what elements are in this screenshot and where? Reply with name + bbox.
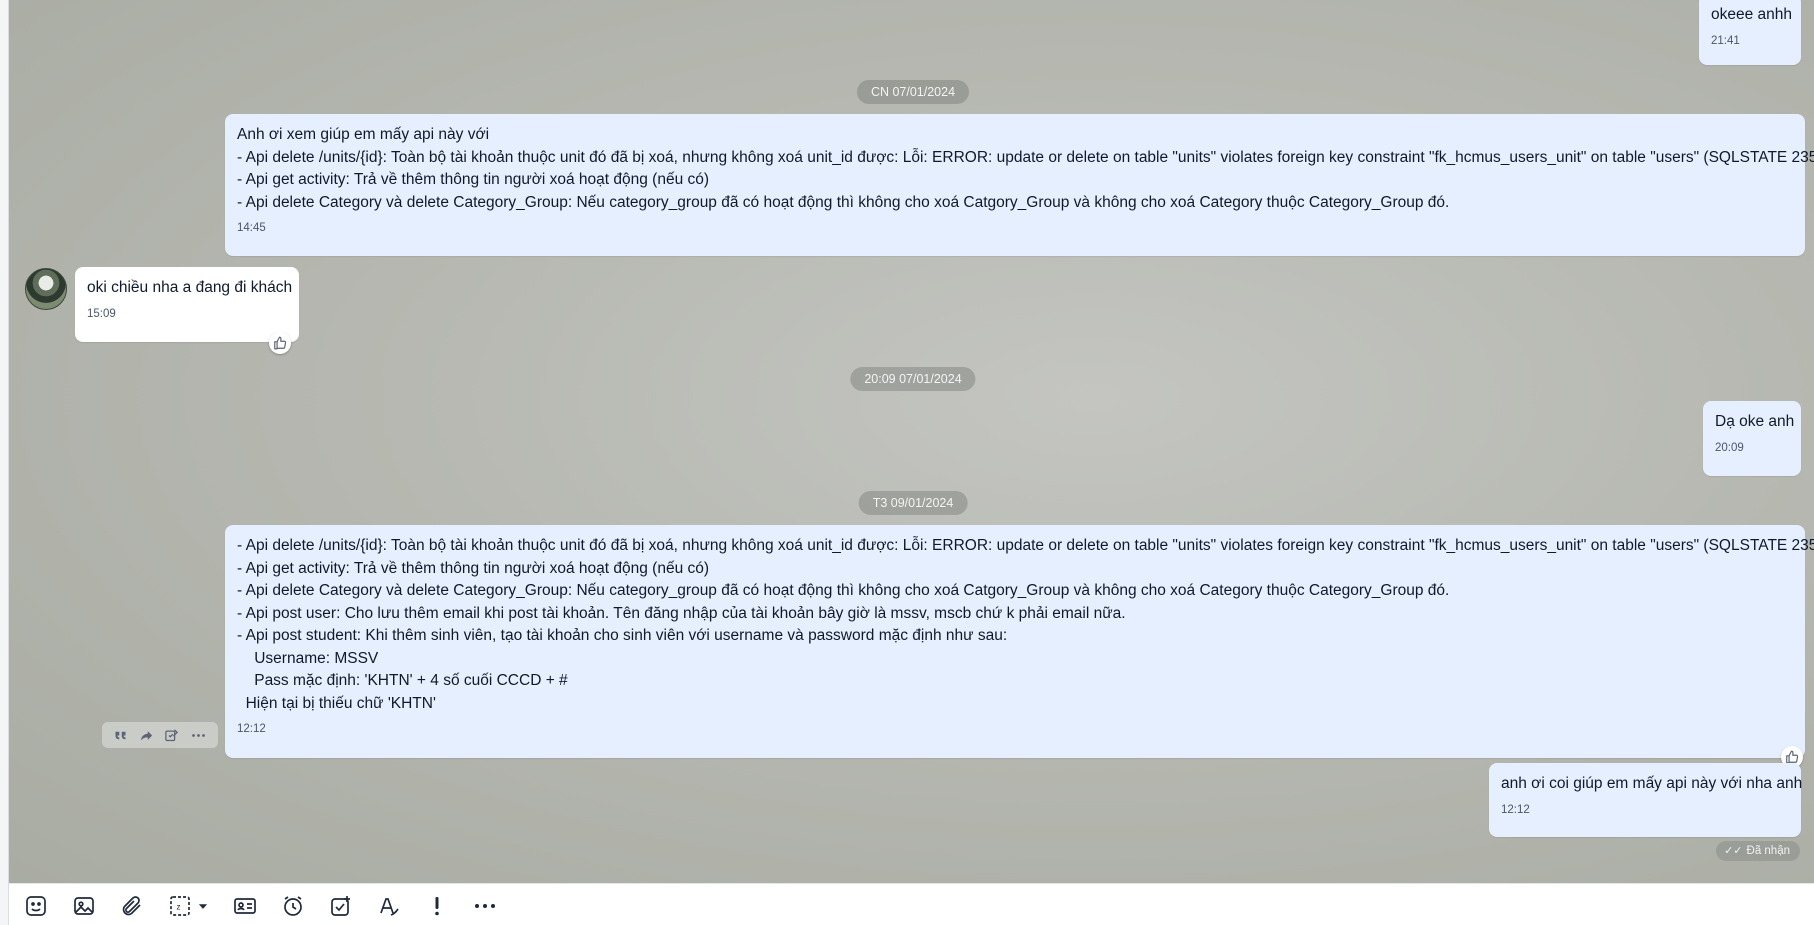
message-text: - Api delete /units/{id}: Toàn bộ tài kh…: [237, 148, 1814, 166]
message-bubble-mine[interactable]: - Api delete /units/{id}: Toàn bộ tài kh…: [225, 525, 1814, 758]
message-bubble-mine[interactable]: okeee anhh 21:41: [1699, 0, 1801, 65]
text-format-icon: [380, 898, 399, 916]
message-time: 12:12: [237, 723, 266, 735]
sticker-button[interactable]: [21, 891, 51, 921]
message-text: Anh ơi xem giúp em mấy api này với: [237, 126, 490, 143]
message-text: - Api get activity: Trả về thêm thông ti…: [237, 171, 710, 188]
message-time: 14:45: [237, 222, 266, 234]
double-check-icon: ✓✓: [1724, 845, 1743, 857]
message-text: anh ơi coi giúp em mấy api này với nha a…: [1501, 775, 1803, 792]
message-text: - Api delete Category và delete Category…: [237, 582, 1450, 599]
message-bubble-mine[interactable]: anh ơi coi giúp em mấy api này với nha a…: [1489, 763, 1803, 837]
urgent-button[interactable]: [422, 891, 452, 921]
image-button[interactable]: [69, 891, 99, 921]
date-separator: 20:09 07/01/2024: [850, 367, 976, 391]
delivery-status: ✓✓ Đã nhận: [1716, 841, 1800, 861]
composer-toolbar: z: [9, 883, 1814, 925]
sidebar-edge: [0, 0, 9, 925]
quote-icon[interactable]: [113, 728, 128, 743]
message-text: Username: MSSV: [237, 649, 379, 667]
attachment-button[interactable]: [117, 891, 147, 921]
contact-card-button[interactable]: [230, 891, 260, 921]
message-time: 20:09: [1715, 441, 1744, 454]
attachment-icon: [122, 896, 141, 916]
delivery-status-label: Đã nhận: [1746, 845, 1790, 857]
message-time: 15:09: [87, 307, 116, 320]
screenshot-options-dropdown[interactable]: [195, 891, 211, 921]
message-hover-toolbar: [102, 722, 218, 748]
message-bubble-mine[interactable]: Anh ơi xem giúp em mấy api này với - Api…: [225, 114, 1814, 256]
message-time: 12:12: [1501, 803, 1530, 816]
reminder-button[interactable]: [278, 891, 308, 921]
avatar[interactable]: [25, 268, 67, 310]
more-options-icon: [475, 904, 495, 908]
dropdown-arrow-icon: [198, 904, 208, 909]
task-button[interactable]: [326, 891, 356, 921]
like-reaction-button[interactable]: [269, 332, 291, 354]
screenshot-button[interactable]: z: [165, 891, 195, 921]
message-text: - Api post student: Khi thêm sinh viên, …: [237, 627, 1008, 644]
contact-card-icon: [234, 898, 256, 914]
message-text: Hiện tại bị thiếu chữ 'KHTN': [237, 694, 436, 712]
message-text: - Api post user: Cho lưu thêm email khi …: [237, 604, 1126, 622]
sticker-icon: [26, 896, 46, 916]
date-separator: CN 07/01/2024: [856, 80, 970, 104]
message-text: - Api get activity: Trả về thêm thông ti…: [237, 559, 710, 577]
reminder-clock-icon: [284, 896, 302, 916]
text-format-button[interactable]: [374, 891, 404, 921]
task-check-icon: [331, 896, 350, 916]
message-text: okeee anhh: [1711, 6, 1793, 23]
date-separator: T3 09/01/2024: [858, 491, 968, 515]
message-bubble-mine[interactable]: Dạ oke anh 20:09: [1703, 401, 1801, 476]
more-icon[interactable]: [190, 728, 207, 743]
message-text: Pass mặc định: 'KHTN' + 4 số cuối CCCD +…: [237, 672, 568, 689]
urgent-exclamation-icon: [435, 897, 439, 916]
message-text: oki chiều nha a đang đi khách: [87, 279, 293, 296]
svg-text:z: z: [177, 903, 181, 912]
thumbs-up-icon: [1786, 750, 1799, 764]
screenshot-icon: z: [170, 896, 190, 916]
edit-todo-icon[interactable]: [164, 728, 179, 743]
message-bubble-theirs[interactable]: oki chiều nha a đang đi khách 15:09: [75, 267, 299, 342]
share-icon[interactable]: [139, 728, 154, 743]
message-text: - Api delete Category và delete Category…: [237, 193, 1450, 211]
image-icon: [74, 897, 94, 915]
chat-area[interactable]: okeee anhh 21:41 CN 07/01/2024 Anh ơi xe…: [9, 0, 1814, 883]
message-time: 21:41: [1711, 34, 1740, 47]
thumbs-up-icon: [274, 336, 287, 350]
message-text: Dạ oke anh: [1715, 413, 1795, 430]
more-options-button[interactable]: [470, 891, 500, 921]
message-text: - Api delete /units/{id}: Toàn bộ tài kh…: [237, 537, 1814, 554]
